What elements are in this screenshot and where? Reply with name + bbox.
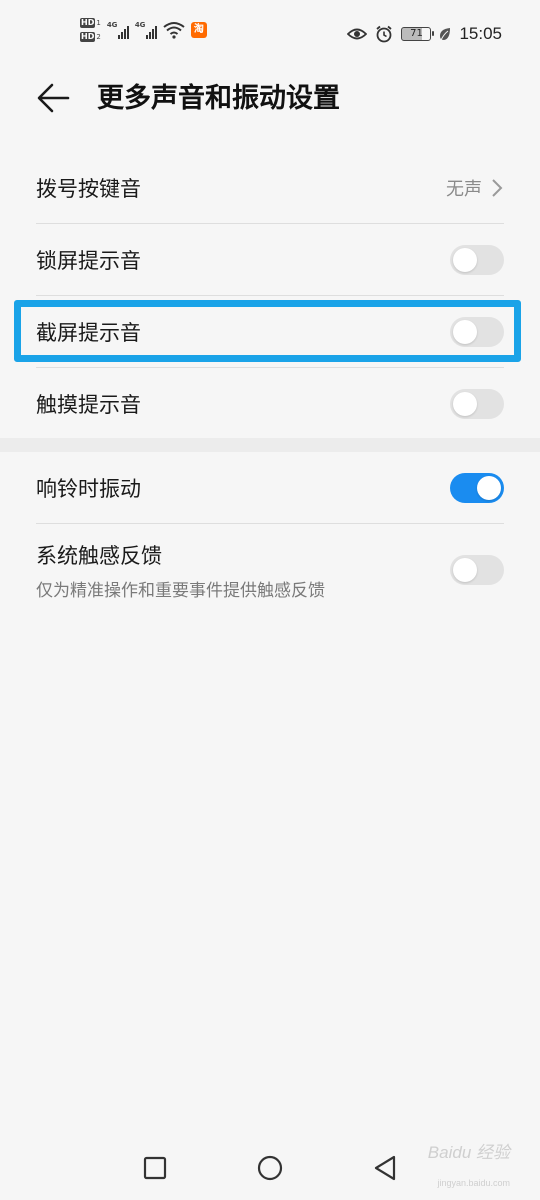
setting-row-dialpad-tone[interactable]: 拨号按键音 无声 [0,152,540,224]
hd-2-indicator: HD 2 [80,32,101,42]
leaf-icon [440,28,451,41]
vibration-settings-group: 响铃时振动 系统触感反馈 仅为精准操作和重要事件提供触感反馈 [0,452,540,616]
back-triangle-icon[interactable] [371,1154,399,1182]
watermark-url: jingyan.baidu.com [437,1178,510,1188]
status-left: HD 1 HD 2 4G 4G 淘 [80,18,207,42]
network-type: 4G [134,21,146,29]
status-right: 71 15:05 [347,24,502,44]
haptic-feedback-toggle[interactable] [450,555,504,585]
lockscreen-sound-toggle[interactable] [450,245,504,275]
app-header: 更多声音和振动设置 [0,68,540,130]
setting-row-vibrate-on-ring[interactable]: 响铃时振动 [0,452,540,524]
setting-row-touch-sound[interactable]: 触摸提示音 [0,368,540,440]
battery-icon: 71 [401,27,435,41]
screenshot-sound-toggle[interactable] [450,317,504,347]
setting-value: 无声 [446,179,482,200]
home-icon[interactable] [256,1154,284,1182]
toggle-knob [453,320,477,344]
setting-sublabel: 仅为精准操作和重要事件提供触感反馈 [36,580,325,601]
toggle-knob [453,558,477,582]
recent-apps-icon[interactable] [141,1154,169,1182]
clock: 15:05 [459,24,502,43]
setting-row-haptic-feedback[interactable]: 系统触感反馈 仅为精准操作和重要事件提供触感反馈 [0,524,540,616]
toggle-knob [453,392,477,416]
hd-badge: HD [80,32,96,42]
hd-badge: HD [80,18,96,28]
toggle-knob [453,248,477,272]
setting-label: 拨号按键音 [36,177,141,201]
hd-indicators: HD 1 HD 2 [80,18,101,42]
setting-label: 响铃时振动 [36,477,141,501]
network-type: 4G [106,21,118,29]
setting-label: 系统触感反馈 [36,543,162,568]
vibrate-on-ring-toggle[interactable] [450,473,504,503]
hd-num: 1 [96,19,101,27]
sound-settings-group: 拨号按键音 无声 锁屏提示音 截屏提示音 触摸提示音 [0,152,540,440]
back-arrow-icon[interactable] [36,80,72,116]
group-divider [0,438,540,452]
setting-label: 锁屏提示音 [36,249,141,273]
toggle-knob [477,476,501,500]
signal-1-icon: 4G [107,21,129,39]
status-bar: HD 1 HD 2 4G 4G 淘 71 15:05 [0,0,540,68]
eye-icon [347,28,368,40]
setting-value-wrap: 无声 [446,175,504,201]
taobao-app-icon: 淘 [190,22,207,38]
hd-1-indicator: HD 1 [80,18,101,28]
touch-sound-toggle[interactable] [450,389,504,419]
setting-row-screenshot-sound[interactable]: 截屏提示音 [0,296,540,368]
setting-row-lockscreen-sound[interactable]: 锁屏提示音 [0,224,540,296]
watermark-text: Baidu 经验 [427,1143,510,1162]
alarm-icon [376,25,393,43]
signal-2-icon: 4G [135,21,157,39]
setting-label: 触摸提示音 [36,393,141,417]
hd-num: 2 [96,33,101,41]
chevron-right-icon [492,179,503,197]
page-title: 更多声音和振动设置 [97,83,340,114]
setting-label: 截屏提示音 [36,321,141,345]
wifi-icon [163,22,185,39]
